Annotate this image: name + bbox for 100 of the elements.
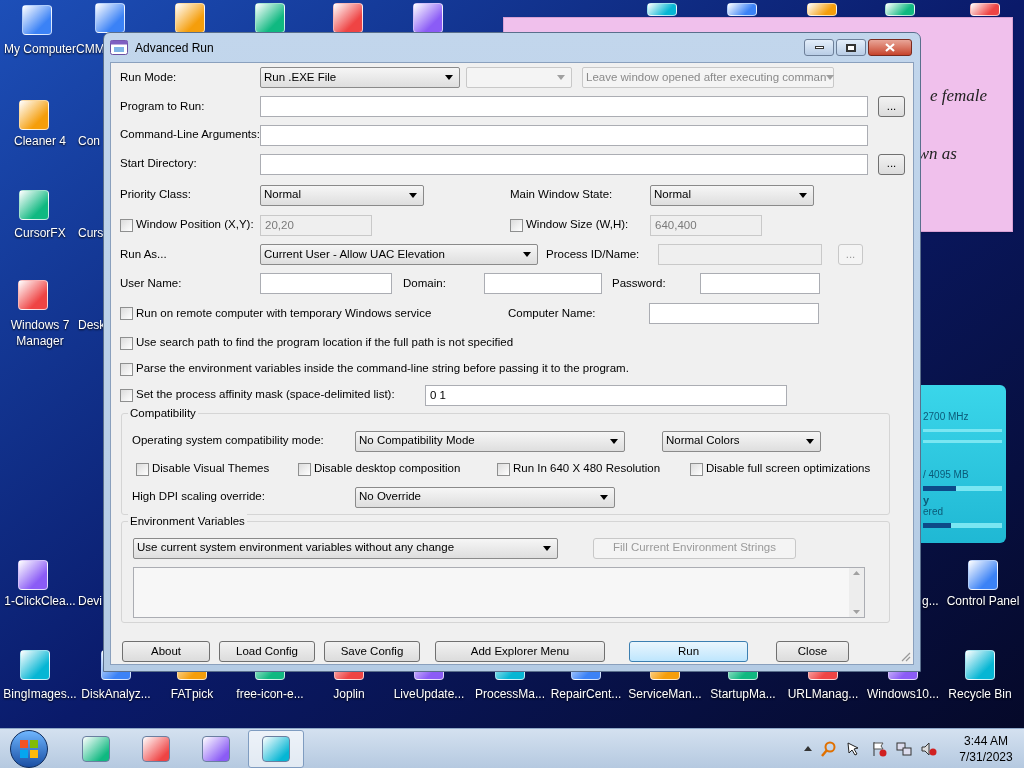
gadget-title: y: [923, 494, 931, 506]
program-icon[interactable]: [413, 3, 443, 33]
desktop-icon-label[interactable]: ServiceMan...: [625, 686, 705, 702]
dialog-button[interactable]: Save Config: [324, 641, 420, 662]
desktop-icon-label[interactable]: Windows 7 Manager: [0, 317, 80, 349]
checkbox-label: Parse the environment variables inside the command-line string before passing it to the program.: [136, 361, 629, 377]
checkbox[interactable]: [298, 462, 311, 476]
cpu-speed-text: 2700 MHz: [923, 410, 970, 424]
dropdown[interactable]: Normal Colors: [662, 430, 821, 452]
desktop-icon-label[interactable]: Con: [78, 133, 100, 149]
program-icon[interactable]: [968, 560, 998, 590]
program-icon[interactable]: [727, 3, 757, 16]
caret-icon: [600, 494, 608, 500]
maximize-button[interactable]: [836, 39, 866, 56]
dropdown[interactable]: Run .EXE File: [260, 67, 460, 88]
program-icon[interactable]: [22, 5, 52, 35]
browse-button[interactable]: ...: [878, 96, 905, 117]
start-button[interactable]: [10, 729, 48, 768]
program-icon[interactable]: [18, 560, 48, 590]
checkbox[interactable]: [690, 462, 703, 476]
clock[interactable]: 3:44 AM 7/31/2023: [956, 732, 1016, 765]
checkbox[interactable]: [120, 336, 133, 350]
desktop-icon-label[interactable]: Recycle Bin: [940, 686, 1020, 702]
text-field[interactable]: [260, 153, 868, 175]
dropdown[interactable]: Normal: [650, 184, 814, 206]
browse-button[interactable]: ...: [878, 153, 905, 175]
desktop-icon-label[interactable]: Curs: [78, 225, 104, 241]
text-area[interactable]: [133, 567, 865, 618]
program-icon[interactable]: [95, 3, 125, 33]
minimize-button[interactable]: [804, 39, 834, 56]
dropdown[interactable]: No Compatibility Mode: [355, 430, 625, 452]
checkbox-label: Disable desktop composition: [314, 461, 461, 477]
checkbox-label: Window Position (X,Y):: [136, 217, 254, 233]
text-field[interactable]: 20,20: [260, 214, 372, 236]
program-icon[interactable]: [255, 3, 285, 33]
text-field[interactable]: 0 1: [425, 384, 787, 406]
field-label: User Name:: [120, 275, 183, 291]
dropdown[interactable]: No Override: [355, 486, 615, 508]
checkbox[interactable]: [510, 218, 523, 232]
dialog-button[interactable]: Run: [629, 641, 748, 662]
program-icon[interactable]: [807, 3, 837, 16]
checkbox[interactable]: [120, 218, 133, 232]
checkbox[interactable]: [120, 307, 133, 320]
caret-icon: [610, 438, 618, 444]
field-label: Command-Line Arguments:: [120, 127, 260, 143]
program-icon[interactable]: [18, 280, 48, 310]
dropdown[interactable]: Current User - Allow UAC Elevation: [260, 244, 538, 265]
network-icon[interactable]: [896, 740, 912, 757]
desktop-icon-label[interactable]: LiveUpdate...: [389, 686, 469, 702]
dropdown[interactable]: Use current system environment variables without any change: [133, 537, 558, 559]
dropdown[interactable]: Normal: [260, 184, 424, 206]
text-field[interactable]: [260, 96, 868, 117]
desktop-icon-label[interactable]: g...: [922, 593, 939, 609]
dialog-button[interactable]: Load Config: [219, 641, 315, 662]
taskbar-button[interactable]: [248, 729, 304, 768]
show-hidden-icons[interactable]: [804, 746, 812, 751]
desktop-icon-label[interactable]: StartupMa...: [703, 686, 783, 702]
dialog-button[interactable]: About: [122, 641, 210, 662]
desktop-icon-label[interactable]: Devi: [78, 593, 102, 609]
search-icon[interactable]: [821, 740, 837, 757]
checkbox[interactable]: [497, 462, 510, 476]
program-icon[interactable]: [885, 3, 915, 16]
checkbox-label: Disable Visual Themes: [152, 461, 270, 477]
close-icon: [885, 43, 895, 52]
field-label: Start Directory:: [120, 156, 198, 172]
dialog-button[interactable]: Add Explorer Menu: [435, 641, 605, 662]
desktop-icon-label[interactable]: 1-ClickClea...: [0, 593, 80, 609]
text-field[interactable]: [260, 273, 392, 294]
app-icon: [110, 40, 128, 55]
text-field[interactable]: [700, 273, 820, 294]
field-label: Program to Run:: [120, 98, 206, 114]
program-icon[interactable]: [333, 3, 363, 33]
text-field[interactable]: [260, 124, 868, 146]
caret-icon: [799, 192, 807, 198]
desktop-icon-label[interactable]: Joplin: [309, 686, 389, 702]
checkbox-label: Disable full screen optimizations: [706, 461, 871, 477]
checkbox[interactable]: [120, 388, 133, 402]
field-label: Run As...: [120, 246, 168, 262]
dialog-button[interactable]: Close: [776, 641, 849, 662]
muted-speaker-icon[interactable]: [921, 740, 937, 757]
checkbox[interactable]: [120, 362, 133, 376]
desktop-icon-label[interactable]: free-icon-e...: [230, 686, 310, 702]
program-icon[interactable]: [647, 3, 677, 16]
caret-icon: [806, 438, 814, 444]
checkbox[interactable]: [136, 462, 149, 476]
text-field[interactable]: [484, 273, 602, 294]
resize-grip-icon[interactable]: [900, 651, 911, 662]
scroll-down-arrow-icon[interactable]: [853, 610, 860, 614]
program-icon[interactable]: [175, 3, 205, 33]
close-button[interactable]: [868, 39, 912, 56]
desktop-icon-label[interactable]: Windows10...: [863, 686, 943, 702]
checkbox-label: Set the process affinity mask (space-delimited list):: [136, 387, 395, 403]
scroll-up-arrow-icon[interactable]: [853, 571, 860, 575]
text-field[interactable]: [649, 303, 819, 324]
scrollbar[interactable]: [849, 568, 864, 617]
desktop-icon-label[interactable]: Control Panel: [943, 593, 1023, 609]
flag-icon[interactable]: [871, 740, 887, 757]
text-field[interactable]: 640,400: [650, 214, 762, 236]
program-icon[interactable]: [970, 3, 1000, 16]
desktop-icon-label[interactable]: URLManag...: [783, 686, 863, 702]
